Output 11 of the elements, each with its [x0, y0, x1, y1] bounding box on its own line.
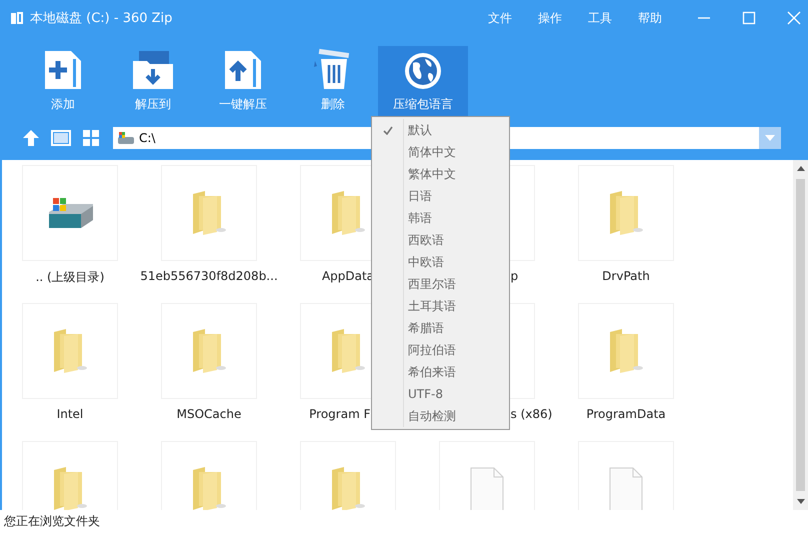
file-name: 51eb556730f8d208b... [140, 269, 278, 283]
status-text: 您正在浏览文件夹 [4, 513, 100, 530]
file-name: DrvPath [602, 269, 650, 283]
file-name: .. (上级目录) [36, 270, 104, 284]
file-name: p [510, 269, 518, 283]
file-name: MSOCache [176, 407, 242, 421]
file-name: Program F [309, 407, 370, 421]
file-name: Intel [56, 407, 84, 421]
file-name: s (x86) [510, 407, 552, 421]
file-name: ProgramData [586, 407, 666, 421]
window-title: 本地磁盘 (C:) - 360 Zip [30, 10, 172, 27]
